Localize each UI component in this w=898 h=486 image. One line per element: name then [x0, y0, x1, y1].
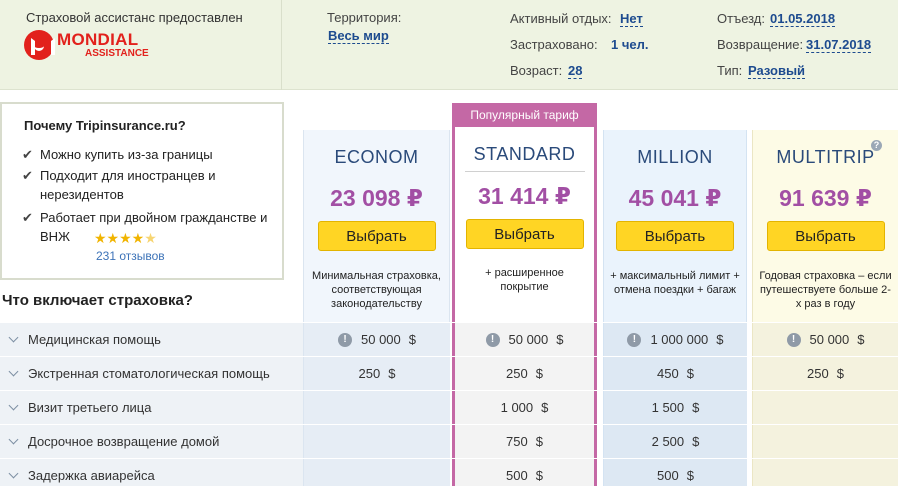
coverage-value-empty [753, 425, 898, 458]
trip-type-value[interactable]: Разовый [748, 63, 806, 79]
select-million-button[interactable]: Выбрать [616, 221, 734, 251]
check-icon: ✔ [22, 168, 33, 183]
return-value[interactable]: 31.07.2018 [806, 37, 872, 53]
coverage-section-title: Что включает страховка? [2, 292, 193, 309]
plan-description: Годовая страховка – если путешествуете б… [759, 270, 892, 310]
coverage-value: ! 1 000 000 $ [604, 323, 747, 356]
select-multitrip-button[interactable]: Выбрать [766, 221, 885, 251]
active-rest-value[interactable]: Нет [620, 11, 643, 27]
plan-name: MILLION [637, 147, 713, 167]
warning-icon[interactable]: ! [786, 332, 801, 347]
chevron-down-icon [8, 400, 19, 411]
plan-price: 31 414 ₽ [478, 183, 571, 209]
divider [465, 171, 585, 172]
warning-icon[interactable]: ! [627, 332, 642, 347]
coverage-value: 2 500 $ [604, 425, 747, 458]
coverage-row-medical[interactable]: Медицинская помощь ! 50 000 $ ! 50 000 $ ! 1 … [0, 322, 898, 356]
plan-description: Минимальная страховка, соответствующая з… [312, 270, 441, 310]
check-icon: ✔ [22, 210, 33, 225]
coverage-label: Визит третьего лица [28, 400, 152, 415]
check-icon: ✔ [22, 147, 33, 162]
departure-value[interactable]: 01.05.2018 [770, 11, 836, 27]
coverage-value: ! 50 000 $ [304, 323, 450, 356]
chevron-down-icon [8, 332, 19, 343]
coverage-row-third-party-visit[interactable]: Визит третьего лица 1 000 $ 1 500 $ [0, 390, 898, 424]
age-label: Возраст: [510, 63, 563, 78]
coverage-value: 450 $ [604, 357, 747, 390]
chevron-down-icon [8, 366, 19, 377]
territory-value[interactable]: Весь мир [328, 28, 389, 44]
rating-stars: ★★★★★ [94, 230, 157, 246]
plan-description: + максимальный лимит + отмена поездки + … [610, 270, 740, 296]
coverage-value: 500 $ [455, 459, 594, 486]
coverage-value-empty [753, 459, 898, 486]
why-item: ✔ Можно купить из-за границы [22, 147, 213, 162]
insured-label: Застраховано: [510, 37, 598, 52]
coverage-value: ! 50 000 $ [753, 323, 898, 356]
coverage-value: 250 $ [753, 357, 898, 390]
coverage-label: Экстренная стоматологическая помощь [28, 366, 270, 381]
territory-label: Территория: [327, 10, 402, 25]
coverage-label: Медицинская помощь [28, 332, 161, 347]
age-value[interactable]: 28 [568, 63, 583, 79]
search-summary-bar: Страховой ассистанс предоставлен MONDIAL… [0, 0, 898, 90]
plan-price: 45 041 ₽ [628, 185, 722, 211]
chevron-down-icon [8, 434, 19, 445]
popular-plan-badge: Популярный тариф [452, 103, 597, 127]
provider-text: Страховой ассистанс предоставлен [26, 10, 243, 25]
plan-price: 91 639 ₽ [779, 185, 872, 211]
coverage-label: Задержка авиарейса [28, 468, 155, 483]
why-item: ✔ Подходит для иностранцев и нерезиденто… [22, 168, 216, 202]
coverage-value-empty [304, 459, 450, 486]
coverage-row-flight-delay[interactable]: Задержка авиарейса 500 $ 500 $ [0, 458, 898, 486]
plan-name: ECONOM [334, 147, 419, 167]
warning-icon[interactable]: ! [338, 332, 352, 347]
coverage-value: 500 $ [604, 459, 747, 486]
coverage-value: 250 $ [304, 357, 450, 390]
select-standard-button[interactable]: Выбрать [465, 219, 584, 249]
coverage-label: Досрочное возвращение домой [28, 434, 220, 449]
plan-price: 23 098 ₽ [330, 185, 423, 211]
coverage-value-empty [753, 391, 898, 424]
active-rest-label: Активный отдых: [510, 11, 612, 26]
warning-icon[interactable]: ! [485, 332, 500, 347]
coverage-value: 250 $ [455, 357, 594, 390]
departure-label: Отъезд: [717, 11, 766, 26]
plan-name: STANDARD [473, 144, 576, 164]
why-title: Почему Tripinsurance.ru? [24, 118, 186, 133]
coverage-row-early-return[interactable]: Досрочное возвращение домой 750 $ 2 500 $ [0, 424, 898, 458]
coverage-value-empty [304, 425, 450, 458]
plan-description: + расширенное покрытие [485, 267, 564, 293]
chevron-down-icon [8, 468, 19, 479]
coverage-value-empty [304, 391, 450, 424]
provider-block: Страховой ассистанс предоставлен MONDIAL… [0, 0, 282, 90]
insured-value: 1 чел. [611, 37, 649, 52]
select-econom-button[interactable]: Выбрать [317, 221, 436, 251]
reviews-link[interactable]: 231 отзывов [96, 249, 165, 263]
coverage-value: 750 $ [455, 425, 594, 458]
coverage-value: 1 000 $ [455, 391, 594, 424]
coverage-row-dental[interactable]: Экстренная стоматологическая помощь 250 $… [0, 356, 898, 390]
return-label: Возвращение: [717, 37, 804, 52]
logo-main-text: MONDIAL [57, 30, 139, 49]
trip-type-label: Тип: [717, 63, 743, 78]
coverage-value: ! 50 000 $ [455, 323, 594, 356]
logo-sub-text: ASSISTANCE [85, 48, 149, 59]
mondial-assistance-logo: MONDIAL ASSISTANCE [24, 30, 149, 60]
coverage-value: 1 500 $ [604, 391, 747, 424]
mondial-logo-icon [24, 30, 55, 60]
info-icon[interactable]: ? [871, 140, 882, 151]
